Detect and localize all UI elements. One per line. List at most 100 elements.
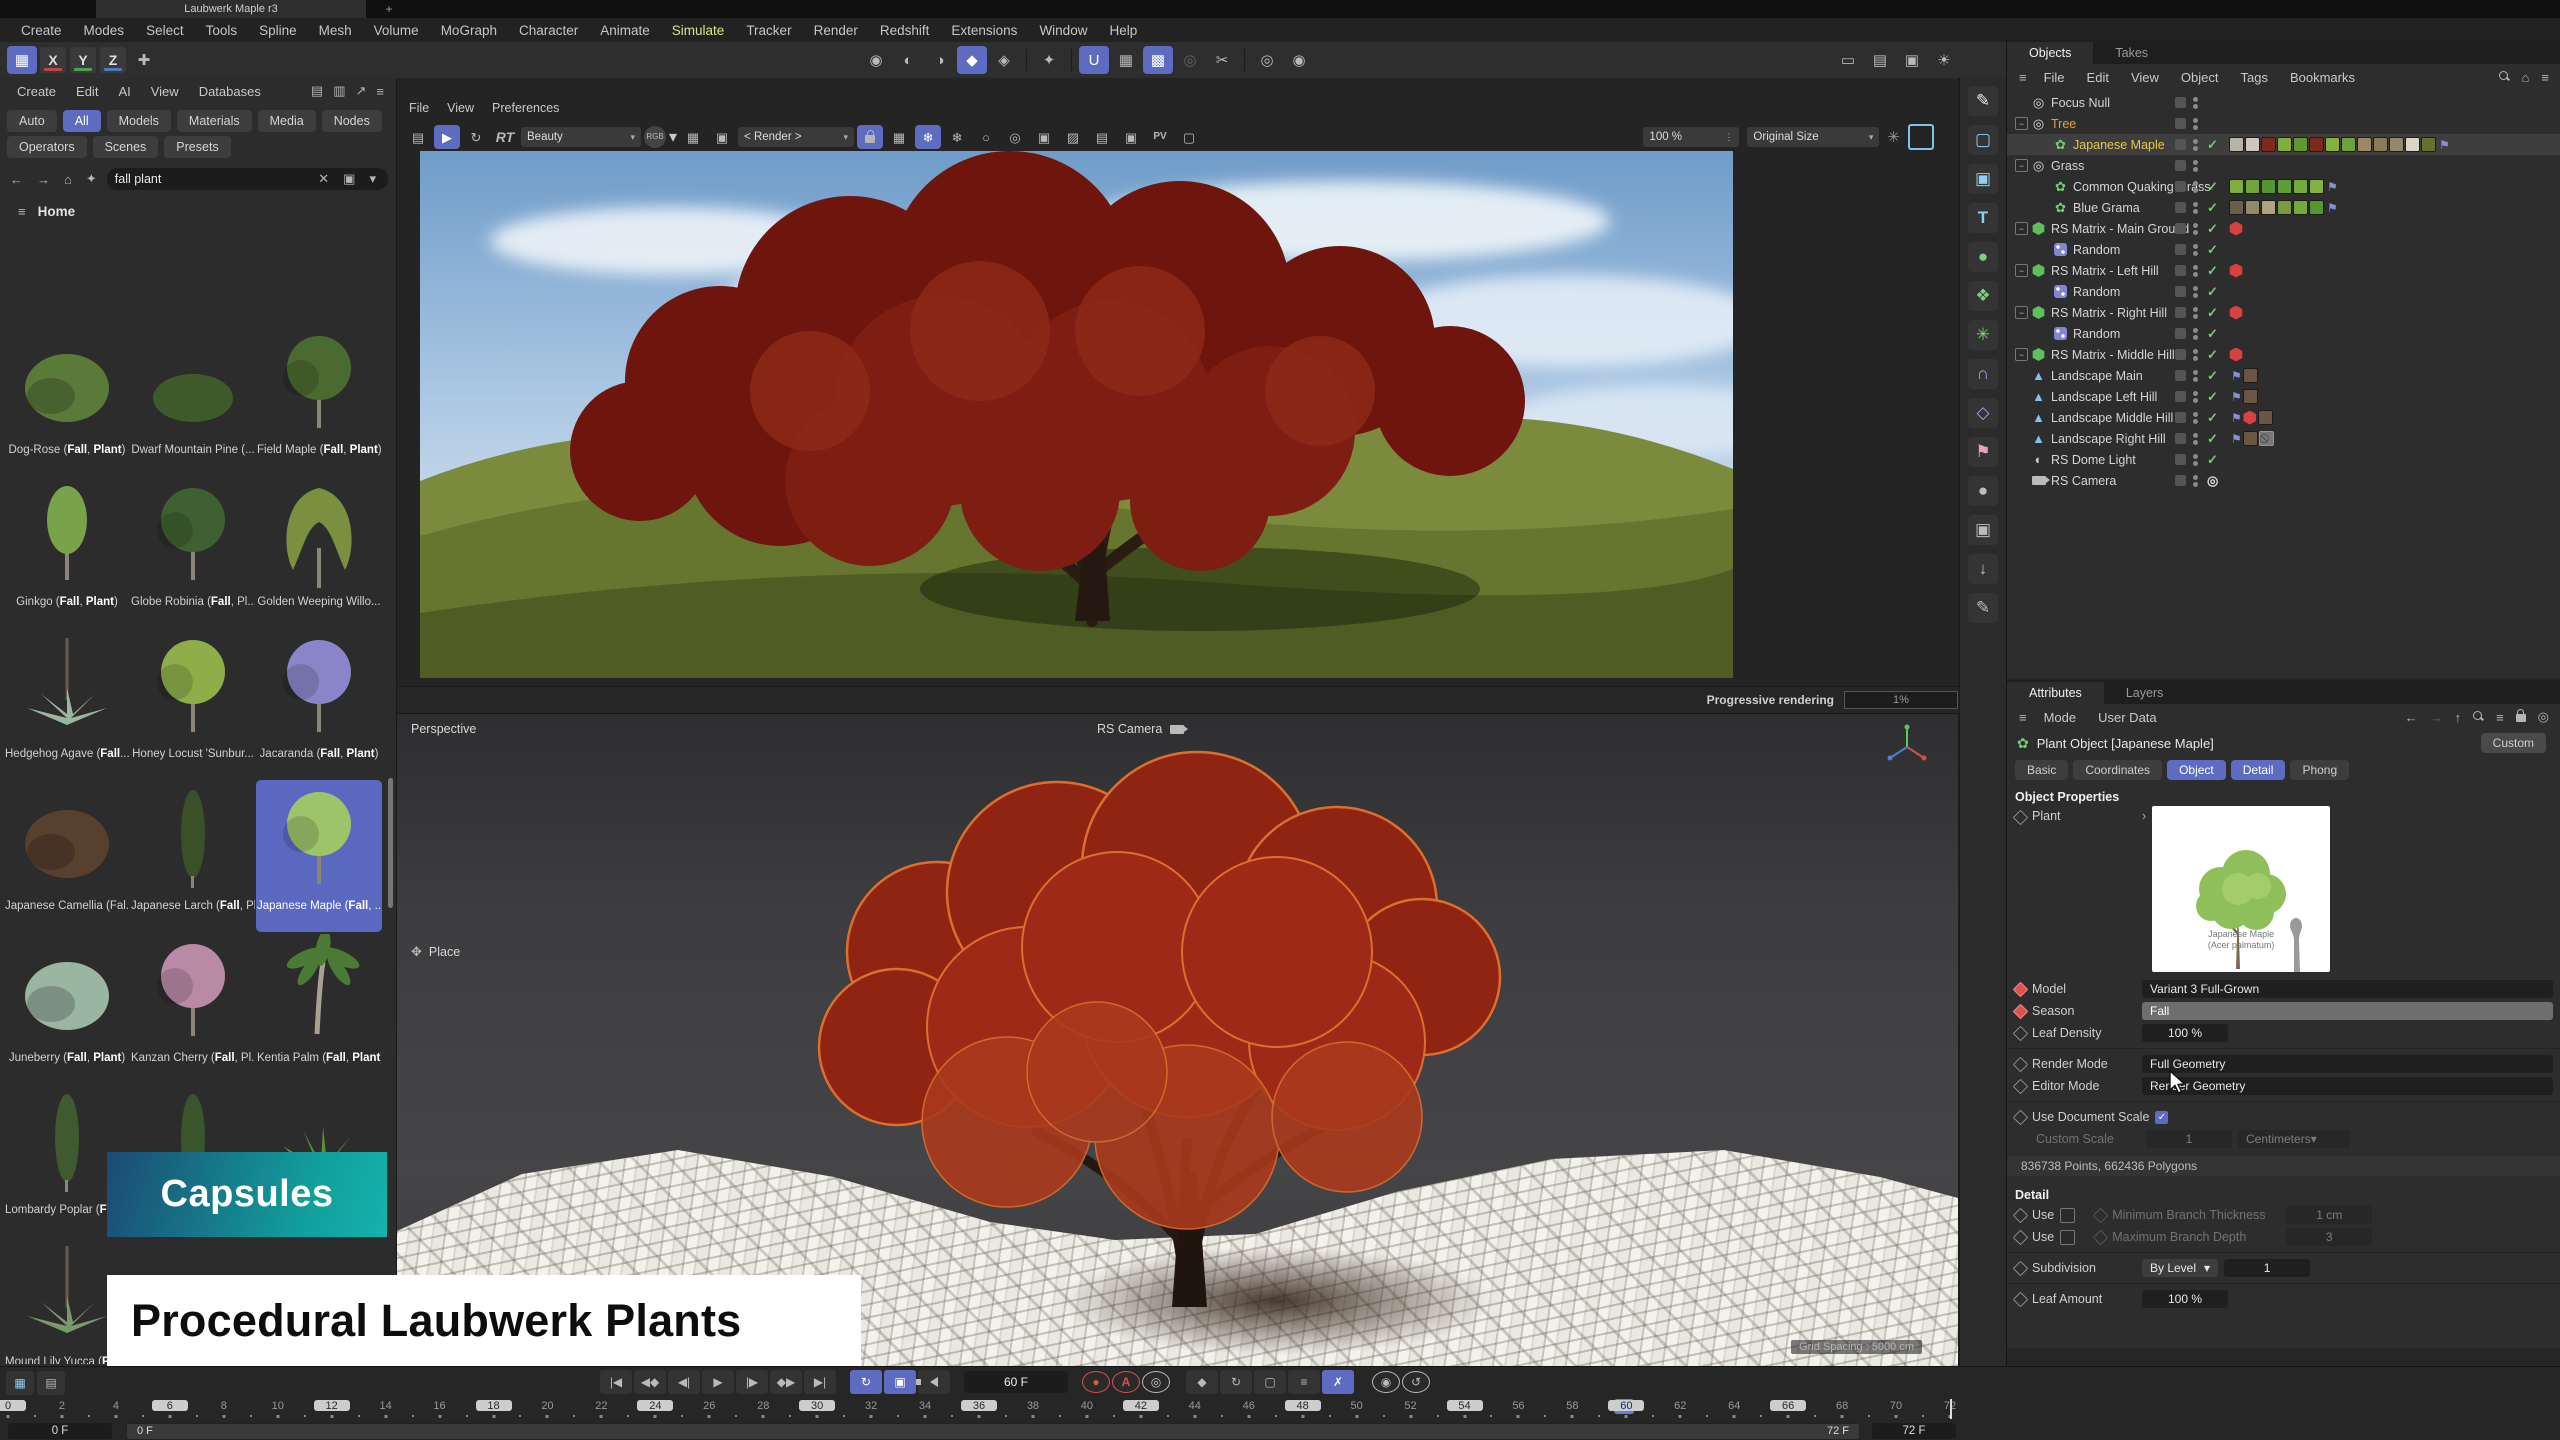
flag-tag-icon[interactable]: ⚑ [2231, 369, 2242, 383]
material-chip[interactable] [2229, 200, 2244, 215]
enabled-check-icon[interactable]: ✓ [2207, 263, 2218, 279]
om-menu-view[interactable]: View [2122, 70, 2168, 85]
key-rotation-icon[interactable]: ↻ [1220, 1370, 1252, 1394]
object-name[interactable]: RS Matrix - Main Ground [2051, 222, 2189, 236]
grid-small-icon[interactable]: ▦ [6, 1371, 34, 1395]
filmstrip-icon[interactable]: ▤ [405, 125, 431, 149]
material-chip[interactable] [2357, 137, 2372, 152]
interactive-render-icon[interactable]: ☀ [1929, 46, 1959, 74]
spline-primitives-icon[interactable]: ▢ [1968, 125, 1998, 155]
asset-item[interactable]: Japanese Camellia (Fal... [4, 780, 130, 932]
ab-menu-create[interactable]: Create [8, 84, 65, 99]
camera-label[interactable]: RS Camera [1097, 722, 1162, 736]
visibility-dots[interactable] [2193, 202, 2198, 214]
object-row[interactable]: ✿Japanese Maple✓⚑ [2007, 134, 2560, 155]
redshift-tag-icon[interactable] [2229, 348, 2243, 362]
object-row[interactable]: ◐RS Dome Light✓ [2007, 449, 2560, 470]
attribute-value-field[interactable]: Render Geometry [2142, 1077, 2553, 1095]
clear-search-icon[interactable]: ✕ [314, 171, 333, 187]
enabled-check-icon[interactable]: ✓ [2207, 431, 2218, 447]
enabled-check-icon[interactable]: ✓ [2207, 347, 2218, 363]
material-chip[interactable] [2243, 368, 2258, 383]
grid-icon[interactable]: ▦ [886, 125, 912, 149]
play-render-icon[interactable]: ▶ [434, 125, 460, 149]
primitive-cube-icon[interactable]: ▣ [1968, 164, 1998, 194]
snap-toggle-icon[interactable]: U [1079, 46, 1109, 74]
object-name[interactable]: Landscape Main [2051, 369, 2143, 383]
flag-tag-icon[interactable]: ⚑ [2439, 138, 2450, 152]
object-row[interactable]: −RS Matrix - Middle Hill✓ [2007, 344, 2560, 365]
asset-item[interactable]: Field Maple (Fall, Plant) [256, 324, 382, 476]
pass-dropdown[interactable]: Beauty▾ [521, 127, 641, 147]
new-document-tab-button[interactable]: + [380, 0, 398, 18]
object-row[interactable]: ✿Common Quaking Grass✓⚑ [2007, 176, 2560, 197]
panel-icon[interactable]: ▥ [329, 83, 349, 99]
circle-mask-icon[interactable]: ○ [973, 125, 999, 149]
menubar-item-simulate[interactable]: Simulate [661, 23, 736, 38]
record-icon[interactable]: ● [1082, 1371, 1110, 1393]
object-row[interactable]: −◎Tree [2007, 113, 2560, 134]
axis-lock-z[interactable]: Z [100, 47, 126, 73]
subdivision-value-field[interactable]: 1 [2224, 1259, 2310, 1277]
current-frame-field[interactable]: 60 F [964, 1371, 1068, 1393]
object-row[interactable]: ▲Landscape Left Hill✓⚑ [2007, 386, 2560, 407]
menubar-item-window[interactable]: Window [1028, 23, 1098, 38]
plant-preview-thumbnail[interactable]: Japanese Maple (Acer palmatum) [2152, 806, 2330, 972]
maple-tree-editor[interactable] [757, 742, 1577, 1322]
expand-toggle-icon[interactable]: − [2015, 264, 2028, 277]
menubar-item-create[interactable]: Create [10, 23, 73, 38]
menubar-item-modes[interactable]: Modes [73, 23, 136, 38]
plant-keydot-icon[interactable] [2013, 810, 2029, 826]
preview-range-icon[interactable]: ▣ [884, 1370, 916, 1394]
render-camera-dropdown[interactable]: < Render >▾ [738, 127, 854, 147]
object-row[interactable]: −◎Grass [2007, 155, 2560, 176]
layer-color-box[interactable] [2175, 181, 2186, 192]
visibility-dots[interactable] [2193, 412, 2198, 424]
next-key-icon[interactable]: ◆▶ [770, 1370, 802, 1394]
flag-tag-icon[interactable]: ⚑ [2327, 180, 2338, 194]
motext-icon[interactable]: T [1968, 203, 1998, 233]
custom-scale-unit-dropdown[interactable]: Centimeters ▾ [2238, 1130, 2350, 1148]
attr-lock-icon[interactable] [2512, 710, 2530, 725]
redshift-tag-icon[interactable] [2229, 264, 2243, 278]
visibility-dots[interactable] [2193, 223, 2198, 235]
texture-mode-icon[interactable]: ◈ [989, 46, 1019, 74]
attr-forward-icon[interactable]: → [2426, 710, 2447, 725]
leaf-amount-value-field[interactable]: 100 % [2142, 1290, 2228, 1308]
lock-icon[interactable] [857, 125, 883, 149]
visibility-dots[interactable] [2193, 307, 2198, 319]
om-menu-object[interactable]: Object [2172, 70, 2228, 85]
attr-up-icon[interactable]: ↑ [2451, 710, 2466, 725]
asset-item[interactable]: Japanese Maple (Fall, ... [256, 780, 382, 932]
asset-item[interactable]: Kentia Palm (Fall, Plant) [256, 932, 382, 1084]
object-name[interactable]: Landscape Left Hill [2051, 390, 2157, 404]
key-parameter-icon[interactable]: ≡ [1288, 1370, 1320, 1394]
simulation-settings-icon[interactable]: ✦ [1034, 46, 1064, 74]
object-row[interactable]: −RS Matrix - Main Ground✓ [2007, 218, 2560, 239]
object-row[interactable]: Random✓ [2007, 323, 2560, 344]
camera-label-row[interactable]: RS Camera [1097, 722, 1184, 736]
enabled-check-icon[interactable]: ✓ [2207, 179, 2218, 195]
material-chip[interactable] [2309, 179, 2324, 194]
material-chip[interactable] [2293, 137, 2308, 152]
material-chip[interactable] [2261, 200, 2276, 215]
attr-menu-user-data[interactable]: User Data [2089, 710, 2166, 725]
enabled-check-icon[interactable]: ✓ [2207, 452, 2218, 468]
ab-menu-ai[interactable]: AI [109, 84, 139, 99]
plant-expand-icon[interactable]: › [2142, 809, 2146, 823]
volume-icon[interactable]: ❖ [1968, 281, 1998, 311]
redshift-tag-icon[interactable] [2229, 306, 2243, 320]
dither-icon[interactable]: ▦ [680, 125, 706, 149]
object-name[interactable]: RS Dome Light [2051, 453, 2136, 467]
snapshot-g-icon[interactable]: ❄ [944, 125, 970, 149]
database-icon[interactable]: ▤ [307, 83, 327, 99]
expand-toggle-icon[interactable]: − [2015, 117, 2028, 130]
material-chip[interactable] [2309, 137, 2324, 152]
layer-color-box[interactable] [2175, 202, 2186, 213]
layer-color-box[interactable] [2175, 349, 2186, 360]
layer-color-box[interactable] [2175, 475, 2186, 486]
range-slider[interactable]: 0 F 72 F [126, 1423, 1860, 1440]
enabled-check-icon[interactable]: ✓ [2207, 305, 2218, 321]
object-name[interactable]: RS Camera [2051, 474, 2116, 488]
flag-tag-icon[interactable]: ⚑ [2327, 201, 2338, 215]
